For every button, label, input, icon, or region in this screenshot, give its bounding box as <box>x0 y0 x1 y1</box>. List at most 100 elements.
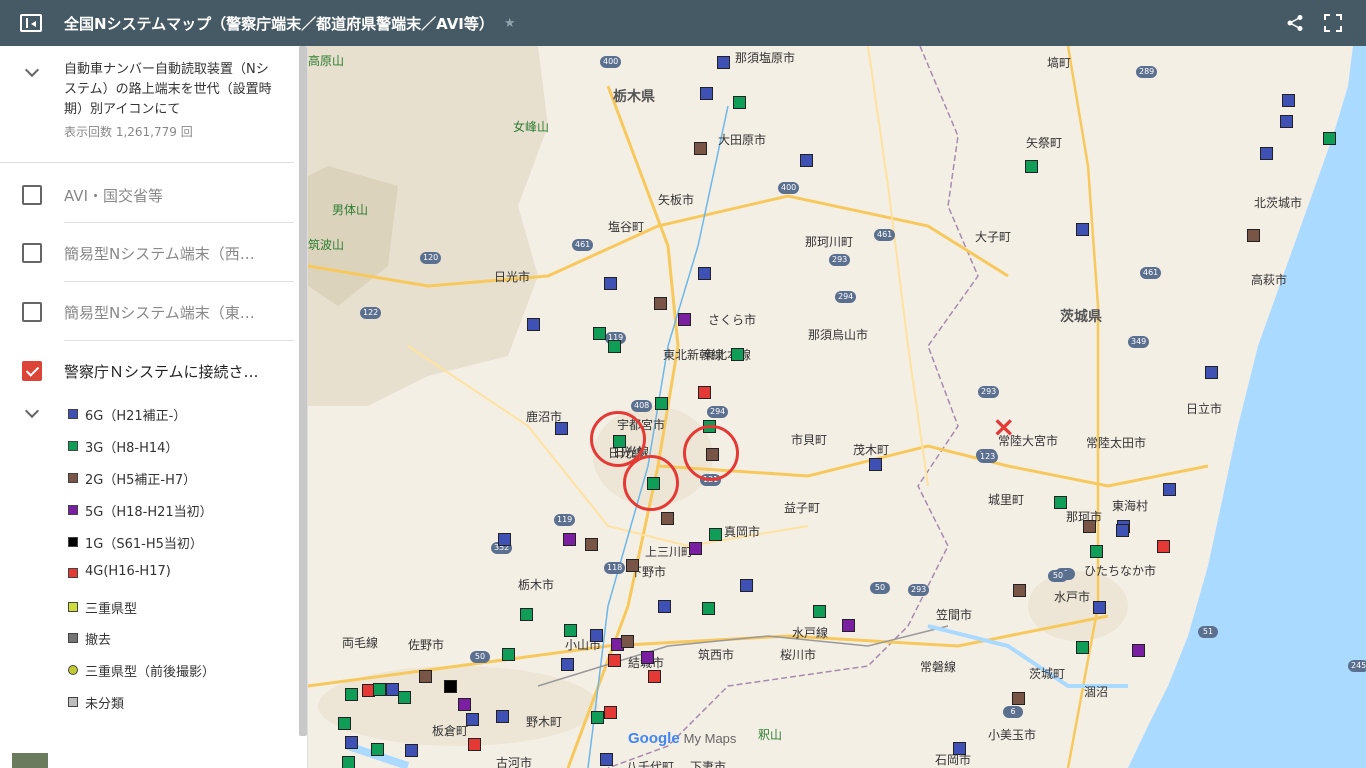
n-system-marker[interactable] <box>689 542 702 555</box>
n-system-marker[interactable] <box>561 658 574 671</box>
divider <box>0 162 294 163</box>
n-system-marker[interactable] <box>498 533 511 546</box>
n-system-marker[interactable] <box>371 743 384 756</box>
share-icon[interactable] <box>1286 14 1304 32</box>
n-system-marker[interactable] <box>626 559 639 572</box>
n-system-marker[interactable] <box>698 386 711 399</box>
chevron-down-icon[interactable] <box>24 62 40 78</box>
place-label: 塙町 <box>1047 56 1072 70</box>
n-system-marker[interactable] <box>698 267 711 280</box>
sidebar-scrollbar[interactable] <box>299 46 307 736</box>
layer-checkbox[interactable] <box>22 185 42 205</box>
n-system-marker[interactable] <box>345 736 358 749</box>
n-system-marker[interactable] <box>458 698 471 711</box>
n-system-marker[interactable] <box>373 683 386 696</box>
n-system-marker[interactable] <box>1076 223 1089 236</box>
n-system-marker[interactable] <box>563 533 576 546</box>
n-system-marker[interactable] <box>600 753 613 766</box>
n-system-marker[interactable] <box>502 648 515 661</box>
n-system-marker[interactable] <box>709 528 722 541</box>
fullscreen-icon[interactable] <box>1324 14 1342 32</box>
n-system-marker[interactable] <box>604 277 617 290</box>
layer-checkbox[interactable] <box>22 361 42 381</box>
n-system-marker[interactable] <box>654 297 667 310</box>
n-system-marker[interactable] <box>527 318 540 331</box>
n-system-marker[interactable] <box>555 422 568 435</box>
n-system-marker[interactable] <box>1116 524 1129 537</box>
map-canvas[interactable]: 栃木県 茨城県 那須塩原市 大田原市 矢板市 塩谷町 日光市 さくら市 那珂川町 那須烏山市 宇都宮… <box>308 46 1366 768</box>
layer-checkbox[interactable] <box>22 243 42 263</box>
n-system-marker[interactable] <box>648 670 661 683</box>
n-system-marker[interactable] <box>717 56 730 69</box>
layer-label: 簡易型Nシステム端末（西… <box>64 245 255 263</box>
n-system-marker[interactable] <box>740 579 753 592</box>
legend-label: 三重県型 <box>85 602 138 617</box>
n-system-marker[interactable] <box>338 717 351 730</box>
n-system-marker[interactable] <box>1013 584 1026 597</box>
n-system-marker[interactable] <box>1025 160 1038 173</box>
n-system-marker[interactable] <box>733 96 746 109</box>
n-system-marker[interactable] <box>593 327 606 340</box>
n-system-marker[interactable] <box>1093 601 1106 614</box>
n-system-marker[interactable] <box>702 602 715 615</box>
n-system-marker[interactable] <box>1157 540 1170 553</box>
n-system-marker[interactable] <box>342 756 355 768</box>
n-system-marker[interactable] <box>1012 692 1025 705</box>
n-system-marker[interactable] <box>419 670 432 683</box>
n-system-marker[interactable] <box>800 154 813 167</box>
n-system-marker[interactable] <box>1323 132 1336 145</box>
n-system-marker[interactable] <box>444 680 457 693</box>
n-system-marker[interactable] <box>345 688 358 701</box>
n-system-marker[interactable] <box>678 313 691 326</box>
n-system-marker[interactable] <box>590 629 603 642</box>
n-system-marker[interactable] <box>1280 115 1293 128</box>
n-system-marker[interactable] <box>661 512 674 525</box>
place-label: 高萩市 <box>1251 273 1288 287</box>
layer-simple-west[interactable]: 簡易型Nシステム端末（西… <box>0 224 294 282</box>
n-system-marker[interactable] <box>813 605 826 618</box>
n-system-marker[interactable] <box>658 600 671 613</box>
n-system-marker[interactable] <box>608 654 621 667</box>
n-system-marker[interactable] <box>1282 94 1295 107</box>
n-system-marker[interactable] <box>591 711 604 724</box>
n-system-marker[interactable] <box>585 538 598 551</box>
n-system-marker[interactable] <box>405 744 418 757</box>
n-system-marker[interactable] <box>1132 644 1145 657</box>
n-system-marker[interactable] <box>1083 520 1096 533</box>
n-system-marker[interactable] <box>655 397 668 410</box>
n-system-marker[interactable] <box>608 340 621 353</box>
n-system-marker[interactable] <box>1076 641 1089 654</box>
n-system-marker[interactable] <box>1247 229 1260 242</box>
n-system-marker[interactable] <box>496 710 509 723</box>
chevron-down-icon[interactable] <box>24 403 40 419</box>
n-system-marker[interactable] <box>520 608 533 621</box>
n-system-marker[interactable] <box>1205 366 1218 379</box>
n-system-marker[interactable] <box>700 87 713 100</box>
layer-simple-east[interactable]: 簡易型Nシステム端末（東… <box>0 283 294 341</box>
n-system-marker[interactable] <box>694 142 707 155</box>
n-system-marker[interactable] <box>466 713 479 726</box>
n-system-marker[interactable] <box>1054 496 1067 509</box>
layer-avi[interactable]: AVI・国交省等 <box>0 166 294 224</box>
road-shield: 123 <box>977 451 999 463</box>
n-system-marker[interactable] <box>621 635 634 648</box>
n-system-marker[interactable] <box>953 742 966 755</box>
n-system-marker[interactable] <box>468 738 481 751</box>
layer-checkbox[interactable] <box>22 302 42 322</box>
sidebar-toggle-icon[interactable] <box>20 14 42 32</box>
n-system-marker[interactable] <box>1090 545 1103 558</box>
n-system-marker[interactable] <box>842 619 855 632</box>
n-system-marker[interactable] <box>1163 483 1176 496</box>
layer-thumbnail[interactable] <box>12 753 48 768</box>
n-system-marker[interactable] <box>564 624 577 637</box>
star-icon[interactable]: ★ <box>504 16 516 31</box>
layer-npa[interactable]: 警察庁Ｎシステムに接続さ… <box>0 342 294 400</box>
n-system-marker[interactable] <box>869 458 882 471</box>
n-system-marker[interactable] <box>731 348 744 361</box>
n-system-marker[interactable] <box>1260 147 1273 160</box>
legend-label: 1G（S61-H5当初） <box>85 537 203 552</box>
n-system-marker[interactable] <box>604 706 617 719</box>
n-system-marker[interactable] <box>641 651 654 664</box>
place-label: 那須烏山市 <box>808 328 869 342</box>
n-system-marker[interactable] <box>398 691 411 704</box>
